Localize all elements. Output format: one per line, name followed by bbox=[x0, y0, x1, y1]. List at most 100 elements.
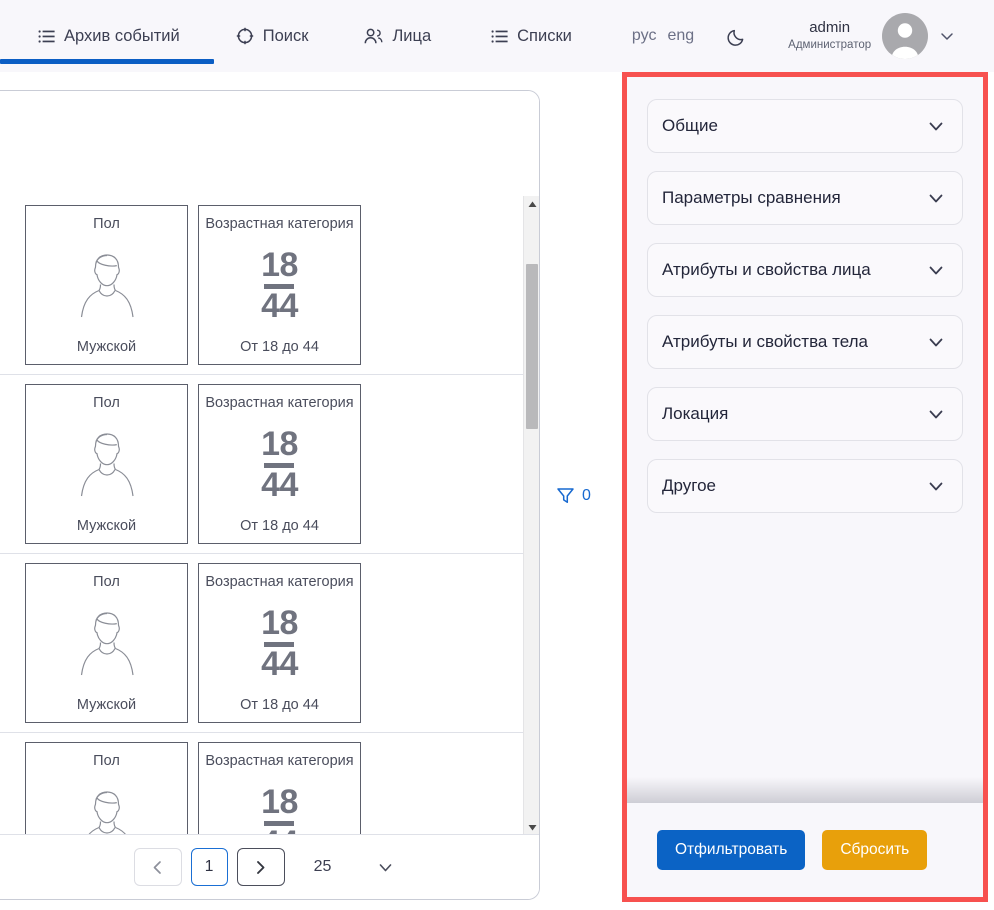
results-scroll-region[interactable]: Пол Мужской Возрастная категория 18 44 О… bbox=[0, 196, 539, 836]
tab-faces-label: Лица bbox=[392, 26, 432, 45]
table-row[interactable]: Пол Мужской bbox=[0, 553, 539, 732]
chevron-left-icon bbox=[149, 859, 166, 876]
theme-toggle-button[interactable] bbox=[727, 26, 748, 47]
table-row[interactable]: Пол Мужской bbox=[0, 732, 539, 836]
age-caption: От 18 до 44 bbox=[240, 338, 319, 355]
active-filters-count: 0 bbox=[582, 486, 591, 504]
age-to: 44 bbox=[261, 465, 298, 504]
filter-panel: Общие Параметры сравнения Атрибуты и сво… bbox=[622, 72, 988, 902]
tab-search[interactable]: Поиск bbox=[236, 0, 308, 72]
male-person-icon bbox=[68, 247, 146, 328]
age-caption: От 18 до 44 bbox=[240, 696, 319, 713]
tab-faces[interactable]: Лица bbox=[364, 0, 431, 72]
page-size-select[interactable]: 25 bbox=[314, 858, 395, 876]
results-rows: Пол Мужской Возрастная категория 18 44 О… bbox=[0, 196, 539, 836]
user-name: admin bbox=[809, 19, 851, 37]
age-from: 18 bbox=[261, 604, 298, 643]
filter-section-location[interactable]: Локация bbox=[647, 387, 963, 441]
pagination: 1 25 bbox=[0, 834, 539, 899]
age-from: 18 bbox=[261, 425, 298, 464]
male-person-icon bbox=[68, 784, 146, 836]
filter-section-label: Атрибуты и свойства лица bbox=[662, 260, 871, 279]
gender-tile: Пол Мужской bbox=[25, 742, 188, 836]
age-title: Возрастная категория bbox=[205, 216, 354, 232]
filter-section-body-attributes[interactable]: Атрибуты и свойства тела bbox=[647, 315, 963, 369]
table-row[interactable]: Пол Мужской bbox=[0, 196, 539, 374]
gender-value: Мужской bbox=[76, 338, 137, 355]
apply-filter-button[interactable]: Отфильтровать bbox=[657, 830, 806, 870]
age-range: 18 44 bbox=[261, 783, 298, 836]
scrollbar-thumb[interactable] bbox=[526, 264, 538, 429]
age-title: Возрастная категория bbox=[205, 395, 354, 411]
gender-tile: Пол Мужской bbox=[25, 384, 188, 544]
avatar bbox=[882, 13, 929, 59]
gender-value: Мужской bbox=[76, 696, 137, 713]
filter-panel-footer: Отфильтровать Сбросить bbox=[627, 803, 983, 897]
funnel-icon bbox=[556, 486, 575, 505]
age-tile: Возрастная категория 18 44 От 18 до 44 bbox=[198, 384, 361, 544]
reset-filter-button[interactable]: Сбросить bbox=[822, 830, 928, 870]
age-to: 44 bbox=[261, 286, 298, 325]
tab-archive[interactable]: Архив событий bbox=[0, 0, 214, 72]
filter-section-label: Параметры сравнения bbox=[662, 188, 841, 207]
filter-section-face-attributes[interactable]: Атрибуты и свойства лица bbox=[647, 243, 963, 297]
gender-tile: Пол Мужской bbox=[25, 205, 188, 365]
results-card-header bbox=[0, 91, 539, 196]
lang-option-en[interactable]: eng bbox=[667, 27, 694, 45]
pagination-prev-button[interactable] bbox=[133, 848, 182, 886]
chevron-down-icon bbox=[926, 332, 946, 352]
tab-lists[interactable]: Списки bbox=[491, 0, 572, 72]
age-tile: Возрастная категория 18 44 От 18 до 44 bbox=[198, 205, 361, 365]
male-person-icon bbox=[68, 426, 146, 507]
filter-section-label: Локация bbox=[662, 404, 729, 423]
gender-title: Пол bbox=[93, 574, 120, 590]
age-range: 18 44 bbox=[261, 246, 298, 325]
filter-section-comparison-params[interactable]: Параметры сравнения bbox=[647, 171, 963, 225]
page-size-value: 25 bbox=[313, 858, 332, 875]
filter-section-label: Атрибуты и свойства тела bbox=[662, 332, 868, 351]
results-area: Пол Мужской Возрастная категория 18 44 О… bbox=[0, 72, 620, 910]
age-tile: Возрастная категория 18 44 От 18 до 44 bbox=[198, 563, 361, 723]
user-role: Администратор bbox=[788, 39, 872, 52]
age-to: 44 bbox=[261, 644, 298, 683]
table-row[interactable]: Пол Мужской bbox=[0, 374, 539, 553]
scroll-up-icon[interactable] bbox=[524, 196, 539, 213]
list-icon bbox=[38, 28, 55, 45]
pagination-page-label: 1 bbox=[204, 858, 214, 875]
tab-archive-label: Архив событий bbox=[64, 26, 180, 45]
chevron-right-icon bbox=[252, 859, 269, 876]
tab-lists-label: Списки bbox=[517, 26, 572, 45]
filter-section-label: Общие bbox=[662, 116, 718, 135]
age-range: 18 44 bbox=[261, 425, 298, 504]
chevron-down-icon bbox=[939, 28, 955, 44]
gender-title: Пол bbox=[93, 395, 120, 411]
chevron-down-icon bbox=[926, 116, 946, 136]
chevron-down-icon bbox=[926, 476, 946, 496]
moon-icon bbox=[727, 26, 748, 47]
lang-option-ru[interactable]: рус bbox=[632, 27, 657, 45]
age-title: Возрастная категория bbox=[205, 753, 354, 769]
age-range: 18 44 bbox=[261, 604, 298, 683]
chevron-down-icon bbox=[377, 859, 394, 876]
target-icon bbox=[236, 27, 254, 45]
pagination-page-1[interactable]: 1 bbox=[190, 848, 228, 886]
age-caption: От 18 до 44 bbox=[240, 517, 319, 534]
filter-section-general[interactable]: Общие bbox=[647, 99, 963, 153]
gender-title: Пол bbox=[93, 753, 120, 769]
list-icon bbox=[491, 28, 508, 45]
people-icon bbox=[364, 28, 383, 45]
user-menu[interactable]: admin Администратор bbox=[788, 13, 955, 59]
language-switcher: рус eng bbox=[632, 27, 694, 45]
panel-scroll-shadow bbox=[627, 777, 983, 803]
age-from: 18 bbox=[261, 783, 298, 822]
active-filters-badge[interactable]: 0 bbox=[556, 486, 591, 505]
age-from: 18 bbox=[261, 246, 298, 285]
pagination-next-button[interactable] bbox=[236, 848, 285, 886]
filter-sections: Общие Параметры сравнения Атрибуты и сво… bbox=[627, 77, 983, 803]
age-title: Возрастная категория bbox=[205, 574, 354, 590]
gender-tile: Пол Мужской bbox=[25, 563, 188, 723]
gender-value: Мужской bbox=[76, 517, 137, 534]
chevron-down-icon bbox=[926, 404, 946, 424]
results-scrollbar[interactable] bbox=[523, 196, 539, 836]
filter-section-other[interactable]: Другое bbox=[647, 459, 963, 513]
